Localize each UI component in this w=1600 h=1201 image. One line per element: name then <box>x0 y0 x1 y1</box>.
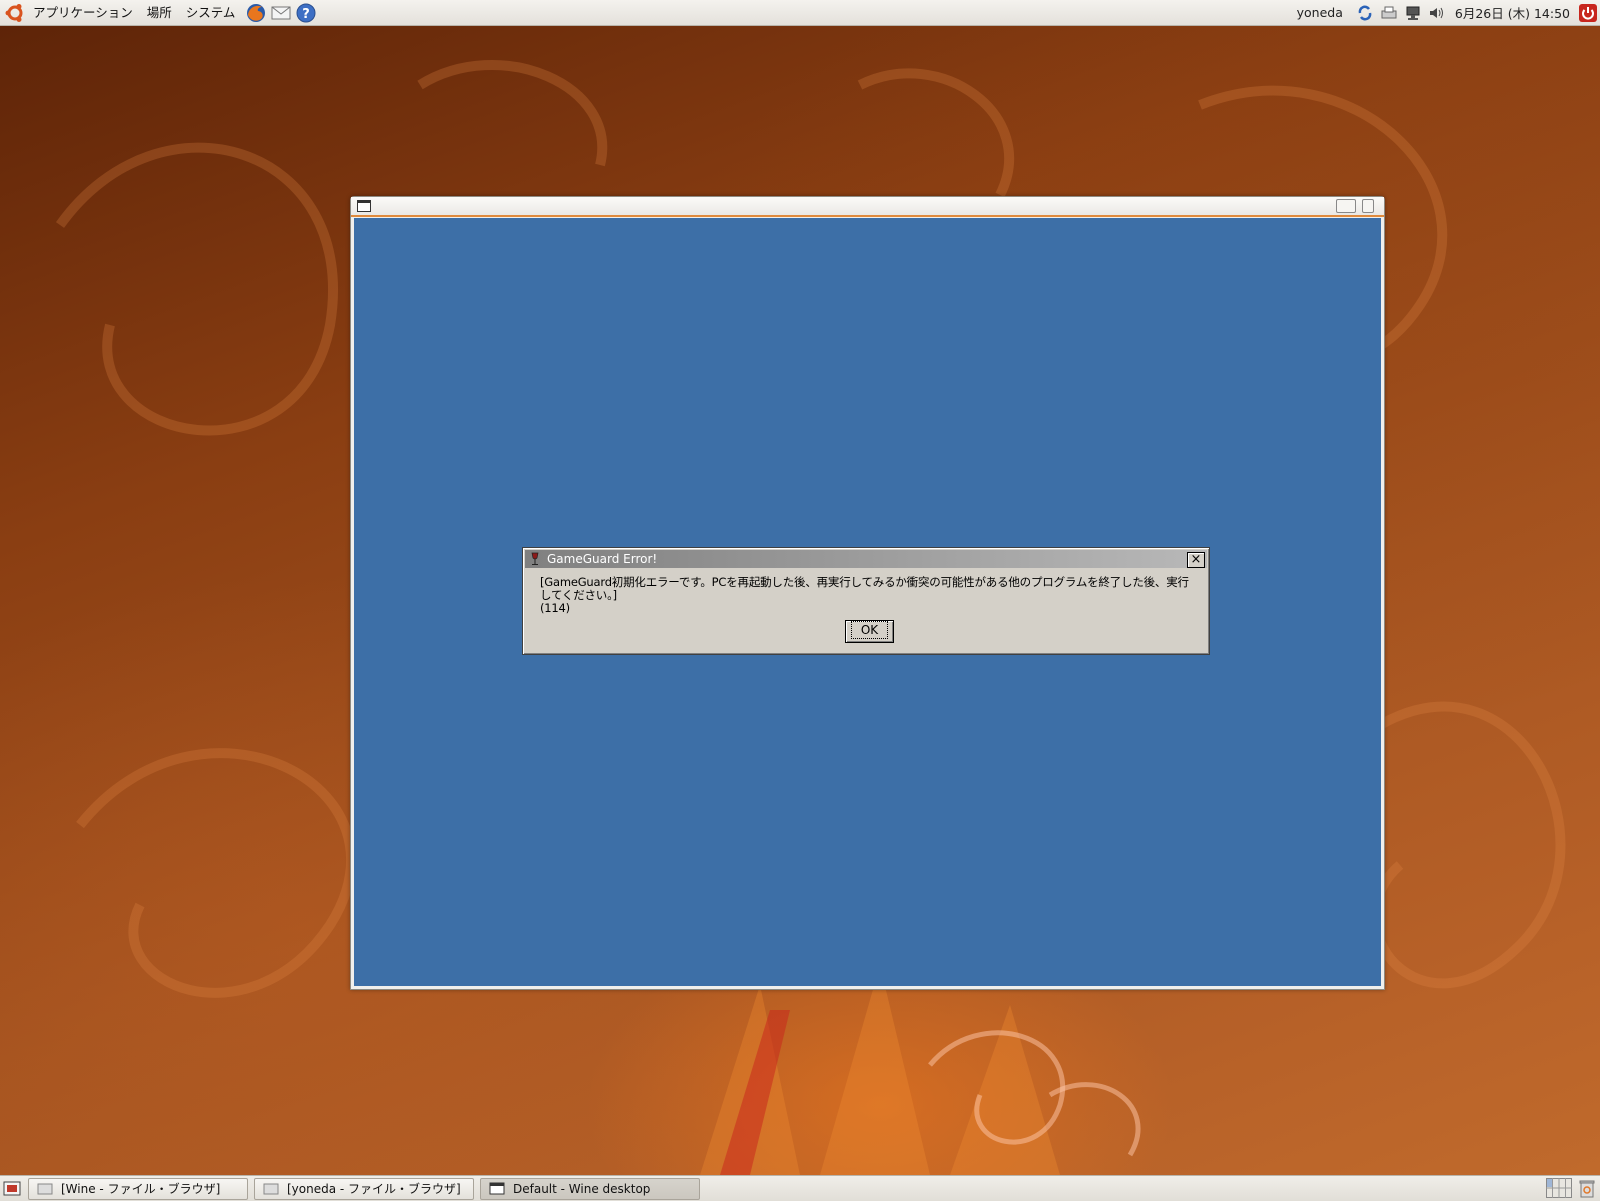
bottom-panel-right <box>1546 1178 1596 1201</box>
menu-applications[interactable]: アプリケーション <box>26 0 140 25</box>
wine-window-titlebar[interactable] <box>351 197 1384 217</box>
menu-system[interactable]: システム <box>179 0 243 25</box>
svg-text:?: ? <box>303 7 311 22</box>
update-icon[interactable] <box>1355 3 1375 23</box>
menu-places[interactable]: 場所 <box>140 0 179 25</box>
task-wine-file-browser[interactable]: [Wine - ファイル・ブラウザ] <box>28 1177 248 1200</box>
task-yoneda-file-browser[interactable]: [yoneda - ファイル・ブラウザ] <box>254 1177 474 1200</box>
maximize-button[interactable] <box>1362 199 1374 213</box>
ok-button[interactable]: OK <box>845 620 894 643</box>
dialog-message: [GameGuard初期化エラーです。PCを再起動した後、再実行してみるか衝突の… <box>540 576 1190 615</box>
network-icon[interactable] <box>1403 3 1423 23</box>
volume-icon[interactable] <box>1427 3 1447 23</box>
file-browser-icon <box>37 1182 53 1196</box>
dialog-titlebar[interactable]: GameGuard Error! × <box>525 550 1207 568</box>
message-line-2: (114) <box>540 601 570 615</box>
task-label: [Wine - ファイル・ブラウザ] <box>61 1182 221 1196</box>
mail-icon[interactable] <box>270 2 292 24</box>
ubuntu-logo-icon[interactable] <box>4 2 26 24</box>
window-controls <box>1336 199 1374 213</box>
clock[interactable]: 6月26日 (木) 14:50 <box>1455 3 1570 22</box>
show-desktop-icon[interactable] <box>2 1179 22 1199</box>
wine-glass-icon <box>529 552 543 566</box>
task-label: [yoneda - ファイル・ブラウザ] <box>287 1182 461 1196</box>
task-wine-desktop[interactable]: Default - Wine desktop <box>480 1177 700 1200</box>
printer-icon[interactable] <box>1379 3 1399 23</box>
message-line-1: [GameGuard初期化エラーです。PCを再起動した後、再実行してみるか衝突の… <box>540 575 1189 602</box>
username-label[interactable]: yoneda <box>1297 5 1343 20</box>
window-menu-icon[interactable] <box>357 200 371 212</box>
task-label: Default - Wine desktop <box>513 1181 651 1196</box>
workspace-switcher-icon[interactable] <box>1546 1178 1572 1201</box>
dialog-title: GameGuard Error! <box>547 552 658 566</box>
bottom-panel: [Wine - ファイル・ブラウザ] [yoneda - ファイル・ブラウザ] … <box>0 1175 1600 1201</box>
ok-button-label: OK <box>850 621 889 639</box>
top-panel: アプリケーション 場所 システム ? yoneda 6月26日 (木) 14:5… <box>0 0 1600 26</box>
top-panel-right: yoneda 6月26日 (木) 14:50 <box>1297 0 1600 25</box>
window-icon <box>489 1182 505 1196</box>
trash-icon[interactable] <box>1578 1178 1596 1201</box>
power-icon[interactable] <box>1578 3 1598 23</box>
dialog-close-button[interactable]: × <box>1187 552 1205 568</box>
firefox-icon[interactable] <box>245 2 267 24</box>
file-browser-icon <box>263 1182 279 1196</box>
minimize-button[interactable] <box>1336 199 1356 213</box>
gameguard-error-dialog: GameGuard Error! × [GameGuard初期化エラーです。PC… <box>522 547 1210 655</box>
help-icon[interactable]: ? <box>295 2 317 24</box>
